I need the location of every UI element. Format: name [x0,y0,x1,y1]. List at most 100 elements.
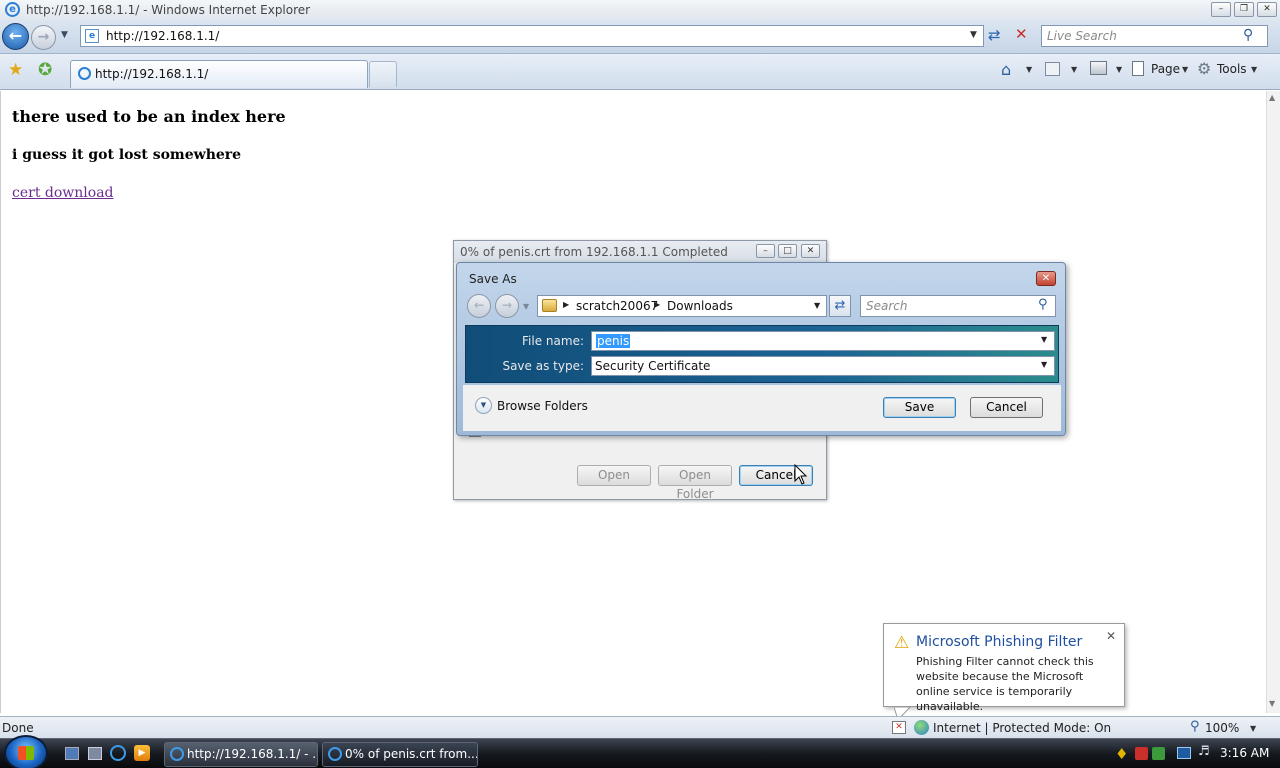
save-as-close-button[interactable]: ✕ [1036,271,1056,286]
breadcrumb[interactable]: ▶ scratch20067 ▶ Downloads ▼ [537,295,827,317]
save-as-back-button[interactable]: ← [467,294,491,318]
save-as-search-icon[interactable]: ⚲ [1038,297,1048,312]
download-minimize-button[interactable]: – [756,244,775,258]
file-name-field[interactable]: penis ▼ [591,331,1055,351]
vertical-scrollbar[interactable]: ▲ ▼ [1266,91,1280,713]
breadcrumb-separator-icon: ▶ [654,300,661,309]
recent-pages-chevron-icon[interactable]: ▼ [61,30,68,40]
breadcrumb-item-user[interactable]: scratch20067 [576,299,658,313]
breadcrumb-dropdown-icon[interactable]: ▼ [814,301,820,310]
zoom-icon[interactable]: ⚲ [1190,719,1200,734]
minimize-button[interactable]: – [1211,2,1231,17]
home-dropdown-icon[interactable]: ▼ [1026,65,1032,74]
phishing-status-icon[interactable]: ✕ [892,721,906,734]
media-player-icon[interactable]: ▶ [134,745,150,761]
page-dropdown-icon[interactable]: ▼ [1182,65,1188,74]
zoom-level[interactable]: 100% [1205,721,1239,735]
address-bar[interactable]: e http://192.168.1.1/ ▼ [80,25,984,47]
security-zone-label[interactable]: Internet | Protected Mode: On [933,721,1111,735]
taskbar-item-label: http://192.168.1.1/ - ... [187,747,318,761]
page-menu-label[interactable]: Page [1151,62,1180,76]
phishing-filter-balloon[interactable]: ⚠ Microsoft Phishing Filter ✕ Phishing F… [883,623,1125,721]
tools-gear-icon[interactable]: ⚙ [1197,59,1211,78]
title-bar: e http://192.168.1.1/ - Windows Internet… [0,0,1280,20]
tools-dropdown-icon[interactable]: ▼ [1251,65,1257,74]
file-name-label: File name: [522,334,584,348]
switch-windows-icon[interactable] [88,747,102,760]
save-as-type-dropdown-icon[interactable]: ▼ [1041,360,1047,369]
download-maximize-button[interactable]: □ [778,244,797,258]
tab-page-icon [78,67,91,80]
navigation-bar: ← → ▼ e http://192.168.1.1/ ▼ ⇄ ✕ Live S… [0,20,1280,54]
save-as-footer: ▼ Browse Folders Save Cancel [463,385,1061,431]
save-as-refresh-button[interactable]: ⇄ [829,295,851,317]
taskbar-item-download[interactable]: 0% of penis.crt from... [322,742,478,767]
page-menu-icon[interactable] [1132,61,1144,76]
save-as-cancel-button[interactable]: Cancel [970,397,1043,418]
download-close-button[interactable]: ✕ [801,244,820,258]
live-search-input[interactable]: Live Search ⚲ [1041,25,1268,47]
browse-folders-chevron-icon[interactable]: ▼ [475,397,492,414]
save-as-type-select[interactable]: Security Certificate ▼ [591,356,1055,376]
shield-tray-icon[interactable]: ♦ [1115,745,1128,763]
taskbar-item-label: 0% of penis.crt from... [345,747,478,761]
browse-folders-label[interactable]: Browse Folders [497,399,588,413]
open-folder-button[interactable]: Open Folder [658,465,732,501]
security-tray-icon[interactable] [1135,747,1148,760]
restore-button[interactable]: ❐ [1234,2,1254,17]
close-window-button[interactable]: ✕ [1257,2,1277,17]
warning-icon: ⚠ [894,633,910,653]
breadcrumb-item-downloads[interactable]: Downloads [667,299,733,313]
start-button[interactable] [4,735,48,768]
windows-logo-icon [18,746,34,760]
status-bar: Done ✕ Internet | Protected Mode: On ⚲ 1… [0,716,1280,738]
file-name-value[interactable]: penis [596,334,631,348]
scroll-up-icon[interactable]: ▲ [1269,93,1275,102]
refresh-icon[interactable]: ⇄ [988,26,1001,44]
ie-logo-icon: e [5,2,20,17]
new-tab-button[interactable] [369,61,397,87]
add-favorite-icon[interactable]: ✪ [38,60,52,80]
stop-icon[interactable]: ✕ [1015,25,1028,43]
save-as-history-chevron-icon[interactable]: ▼ [523,302,529,311]
download-dialog-titlebar: 0% of penis.crt from 192.168.1.1 Complet… [454,241,826,263]
phishing-balloon-title: Microsoft Phishing Filter [916,634,1083,650]
search-placeholder: Live Search [1047,29,1117,43]
cert-download-link[interactable]: cert download [12,185,114,201]
status-text: Done [2,721,34,735]
save-button[interactable]: Save [883,397,956,418]
folder-icon [542,299,557,312]
search-icon[interactable]: ⚲ [1243,27,1253,43]
download-dialog-title: 0% of penis.crt from 192.168.1.1 Complet… [460,245,728,259]
balloon-close-icon[interactable]: ✕ [1106,629,1116,643]
ie-quicklaunch-icon[interactable] [110,745,126,761]
save-as-forward-button[interactable]: → [495,294,519,318]
scroll-down-icon[interactable]: ▼ [1269,699,1275,708]
file-name-dropdown-icon[interactable]: ▼ [1041,335,1047,344]
address-dropdown-icon[interactable]: ▼ [970,30,977,40]
feeds-icon[interactable] [1045,62,1060,76]
tab-current[interactable]: http://192.168.1.1/ [70,60,368,88]
print-dropdown-icon[interactable]: ▼ [1116,65,1122,74]
breadcrumb-separator-icon: ▶ [563,300,570,309]
home-icon[interactable]: ⌂ [1001,60,1011,79]
clock[interactable]: 3:16 AM [1220,746,1269,760]
show-desktop-icon[interactable] [65,747,79,760]
page-subheading: i guess it got lost somewhere [12,147,242,163]
favorites-star-icon[interactable]: ★ [8,60,23,80]
address-text[interactable]: http://192.168.1.1/ [106,29,219,43]
tools-menu-label[interactable]: Tools [1217,62,1247,76]
print-icon[interactable] [1090,61,1107,75]
tab-bar: ★ ✪ http://192.168.1.1/ ⌂ ▼ ▼ ▼ Page ▼ ⚙… [0,54,1280,90]
update-tray-icon[interactable] [1152,747,1165,760]
save-as-search-input[interactable]: Search ⚲ [860,295,1056,317]
taskbar-item-ie[interactable]: http://192.168.1.1/ - ... [164,742,318,767]
zoom-dropdown-icon[interactable]: ▼ [1250,724,1256,733]
feeds-dropdown-icon[interactable]: ▼ [1071,65,1077,74]
network-tray-icon[interactable] [1177,747,1191,759]
forward-button[interactable]: → [31,25,56,50]
page-heading: there used to be an index here [12,107,286,126]
open-button[interactable]: Open [577,465,651,486]
volume-muted-icon[interactable]: ♬ [1198,744,1210,759]
back-button[interactable]: ← [2,23,29,50]
